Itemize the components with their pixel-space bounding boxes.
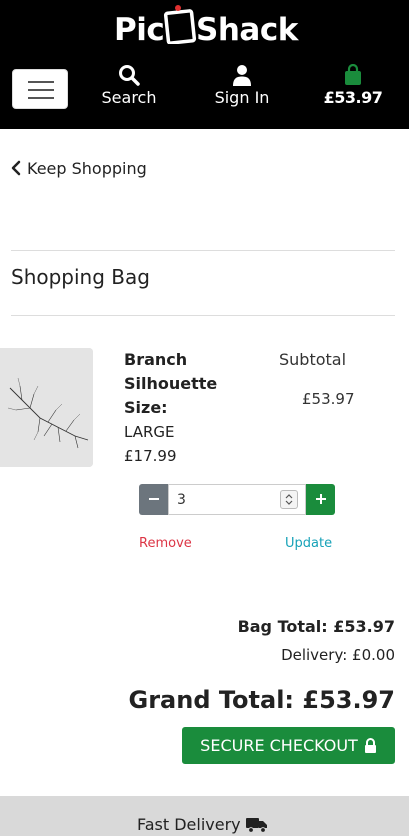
logo-text-pic: Pic xyxy=(114,12,165,48)
decrement-button[interactable] xyxy=(139,484,168,515)
logo-text-shack: Shack xyxy=(196,12,298,48)
search-icon xyxy=(119,65,140,86)
secure-checkout-button[interactable]: SECURE CHECKOUT xyxy=(182,727,395,764)
bag-total: Bag Total: £53.97 xyxy=(237,617,395,636)
grand-total: Grand Total: £53.97 xyxy=(128,686,395,714)
picture-frame-icon xyxy=(163,5,197,44)
hamburger-icon xyxy=(28,81,54,83)
subtotal-value: £53.97 xyxy=(302,390,355,408)
lock-icon xyxy=(364,738,376,753)
quantity-stepper xyxy=(139,484,335,515)
product-size-label: Size: xyxy=(124,398,168,417)
spinner-arrows-icon xyxy=(285,494,293,505)
nav-sign-in-label: Sign In xyxy=(214,88,270,107)
remove-item-link[interactable]: Remove xyxy=(139,536,192,551)
update-item-link[interactable]: Update xyxy=(285,536,332,551)
site-header: Pic Shack Search Sign In £53.97 xyxy=(0,0,409,129)
product-name-text: Branch Silhouette xyxy=(124,350,218,393)
product-image[interactable] xyxy=(0,348,93,467)
page-title: Shopping Bag xyxy=(11,265,150,289)
minus-icon xyxy=(148,498,159,500)
shopping-bag-icon xyxy=(345,64,361,85)
increment-button[interactable] xyxy=(306,484,335,515)
divider xyxy=(11,250,395,251)
hamburger-icon-bar xyxy=(28,89,54,91)
plus-icon xyxy=(315,494,326,504)
keep-shopping-link[interactable]: Keep Shopping xyxy=(11,157,147,179)
nav-shopping-bag[interactable]: £53.97 xyxy=(322,64,384,107)
nav-search-label: Search xyxy=(101,88,157,107)
divider xyxy=(11,315,395,316)
fast-delivery-banner: Fast Delivery xyxy=(137,815,268,834)
product-name: Branch Silhouette Size: xyxy=(124,348,234,420)
hamburger-icon-bar xyxy=(28,97,54,99)
chevron-left-icon xyxy=(11,160,21,176)
delivery-cost: Delivery: £0.00 xyxy=(281,646,395,664)
nav-sign-in[interactable]: Sign In xyxy=(209,64,275,107)
menu-toggle-button[interactable] xyxy=(12,69,68,109)
branch-silhouette-image xyxy=(0,348,93,467)
quantity-spinner[interactable] xyxy=(280,490,298,509)
keep-shopping-label: Keep Shopping xyxy=(27,158,147,178)
nav-bag-total: £53.97 xyxy=(323,88,383,107)
subtotal-label: Subtotal xyxy=(279,350,347,369)
user-icon xyxy=(233,65,251,86)
nav-search[interactable]: Search xyxy=(96,64,162,107)
secure-checkout-label: SECURE CHECKOUT xyxy=(200,736,358,755)
truck-icon xyxy=(245,817,267,833)
site-logo[interactable]: Pic Shack xyxy=(114,4,298,48)
product-size-value: LARGE xyxy=(124,423,175,441)
fast-delivery-label: Fast Delivery xyxy=(137,815,241,834)
product-price: £17.99 xyxy=(124,447,177,465)
